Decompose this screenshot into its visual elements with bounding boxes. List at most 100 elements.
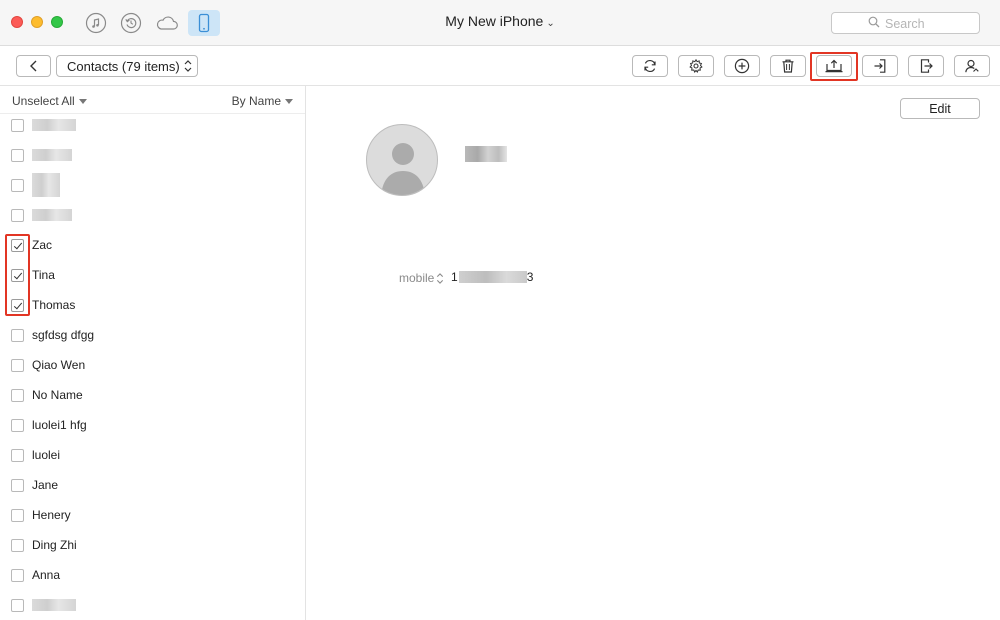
category-select[interactable]: Contacts (79 items) [56, 55, 198, 77]
contact-row[interactable] [0, 590, 305, 620]
contact-name: Jane [32, 478, 59, 492]
back-button[interactable] [16, 55, 51, 77]
settings-button[interactable] [678, 55, 714, 77]
itunes-music-icon[interactable] [83, 10, 109, 36]
contact-row[interactable]: luolei [0, 440, 305, 470]
contact-name-redacted [32, 119, 76, 131]
contact-avatar-placeholder-icon [366, 124, 438, 196]
contact-row[interactable] [0, 140, 305, 170]
add-button[interactable] [724, 55, 760, 77]
contact-list: Zac Tina Thomas sgfdsg dfgg Qiao Wen No Name l… [0, 110, 305, 620]
contact-name: No Name [32, 388, 83, 402]
contacts-sidebar: Unselect All By Name Zac Tina Thomas sgfdsg… [0, 86, 306, 620]
phone-number-redacted [458, 271, 527, 283]
phone-number[interactable]: 1 3 [451, 270, 533, 284]
contact-name: Thomas [32, 298, 76, 312]
contact-name: Tina [32, 268, 55, 282]
contact-name: luolei1 hfg [32, 418, 87, 432]
phone-number-suffix: 3 [526, 270, 534, 284]
merge-contacts-icon [965, 59, 979, 73]
import-icon [874, 59, 886, 73]
export-to-computer-icon [825, 59, 843, 73]
contact-name-redacted [32, 209, 72, 221]
contact-name: luolei [32, 448, 61, 462]
phone-type-label: mobile [399, 271, 435, 285]
contact-detail-panel: Edit mobile 1 3 [307, 86, 1000, 620]
edit-button[interactable]: Edit [900, 98, 980, 119]
iphone-device-icon[interactable] [188, 10, 220, 36]
contact-row[interactable]: Henery [0, 500, 305, 530]
caret-down-icon [78, 98, 87, 104]
icloud-icon[interactable] [154, 10, 180, 36]
contact-row[interactable]: Thomas [0, 290, 305, 320]
send-to-device-button[interactable] [908, 55, 944, 77]
contact-name-redacted [465, 146, 507, 162]
contact-row[interactable]: Ding Zhi [0, 530, 305, 560]
sort-dropdown[interactable]: By Name [232, 94, 293, 108]
window-title[interactable]: My New iPhone ⌄ [400, 13, 600, 29]
contact-row[interactable]: No Name [0, 380, 305, 410]
contact-row[interactable]: Anna [0, 560, 305, 590]
phone-type-selector[interactable]: mobile [399, 271, 444, 285]
contact-checkbox[interactable] [11, 179, 24, 192]
chevron-down-icon: ⌄ [546, 18, 555, 29]
import-button[interactable] [862, 55, 898, 77]
contact-checkbox[interactable] [11, 599, 24, 612]
send-to-device-icon [920, 59, 933, 73]
settings-gear-icon [689, 58, 703, 73]
maximize-window-button[interactable] [51, 16, 63, 28]
up-down-chevron-icon [184, 59, 192, 76]
backup-restore-icon[interactable] [118, 10, 144, 36]
toolbar: Contacts (79 items) [0, 46, 1000, 86]
contact-row[interactable]: Zac [0, 230, 305, 260]
contact-name: Qiao Wen [32, 358, 86, 372]
export-to-computer-button[interactable] [816, 55, 852, 77]
category-label: Contacts (79 items) [67, 58, 180, 74]
contact-checkbox[interactable] [11, 209, 24, 222]
contact-checkbox[interactable] [11, 539, 24, 552]
minimize-window-button[interactable] [31, 16, 43, 28]
contact-checkbox[interactable] [11, 389, 24, 402]
device-name: My New iPhone [445, 13, 544, 29]
contact-checkbox[interactable] [11, 239, 24, 252]
contact-row[interactable] [0, 170, 305, 200]
sort-label: By Name [231, 94, 281, 108]
contact-checkbox[interactable] [11, 509, 24, 522]
contact-row[interactable] [0, 110, 305, 140]
up-down-chevron-icon [437, 272, 444, 284]
delete-button[interactable] [770, 55, 806, 77]
contact-row[interactable]: luolei1 hfg [0, 410, 305, 440]
phone-number-prefix: 1 [451, 270, 458, 284]
contact-row[interactable]: Tina [0, 260, 305, 290]
contact-row[interactable]: sgfdsg dfgg [0, 320, 305, 350]
contact-checkbox[interactable] [11, 359, 24, 372]
contact-name: Ding Zhi [32, 538, 77, 552]
contact-name-redacted [32, 149, 72, 161]
chevron-left-icon [29, 60, 36, 72]
contact-row[interactable] [0, 200, 305, 230]
close-window-button[interactable] [11, 16, 23, 28]
refresh-button[interactable] [632, 55, 668, 77]
search-input[interactable] [885, 16, 975, 31]
contact-checkbox[interactable] [11, 269, 24, 282]
unselect-all-label: Unselect All [12, 94, 75, 108]
caret-down-icon [285, 98, 293, 104]
contact-name-redacted [32, 173, 60, 197]
merge-contacts-button[interactable] [954, 55, 990, 77]
delete-trash-icon [782, 59, 794, 73]
contact-checkbox[interactable] [11, 149, 24, 162]
contact-checkbox[interactable] [11, 329, 24, 342]
contact-checkbox[interactable] [11, 119, 24, 132]
contact-checkbox[interactable] [11, 299, 24, 312]
contact-checkbox[interactable] [11, 419, 24, 432]
search-box[interactable] [831, 12, 980, 34]
contact-checkbox[interactable] [11, 449, 24, 462]
title-bar: My New iPhone ⌄ [0, 0, 1000, 46]
contact-row[interactable]: Jane [0, 470, 305, 500]
unselect-all-dropdown[interactable]: Unselect All [12, 94, 87, 108]
contact-checkbox[interactable] [11, 479, 24, 492]
contact-name: Zac [32, 238, 53, 252]
contact-checkbox[interactable] [11, 569, 24, 582]
contact-row[interactable]: Qiao Wen [0, 350, 305, 380]
search-icon [868, 16, 880, 31]
